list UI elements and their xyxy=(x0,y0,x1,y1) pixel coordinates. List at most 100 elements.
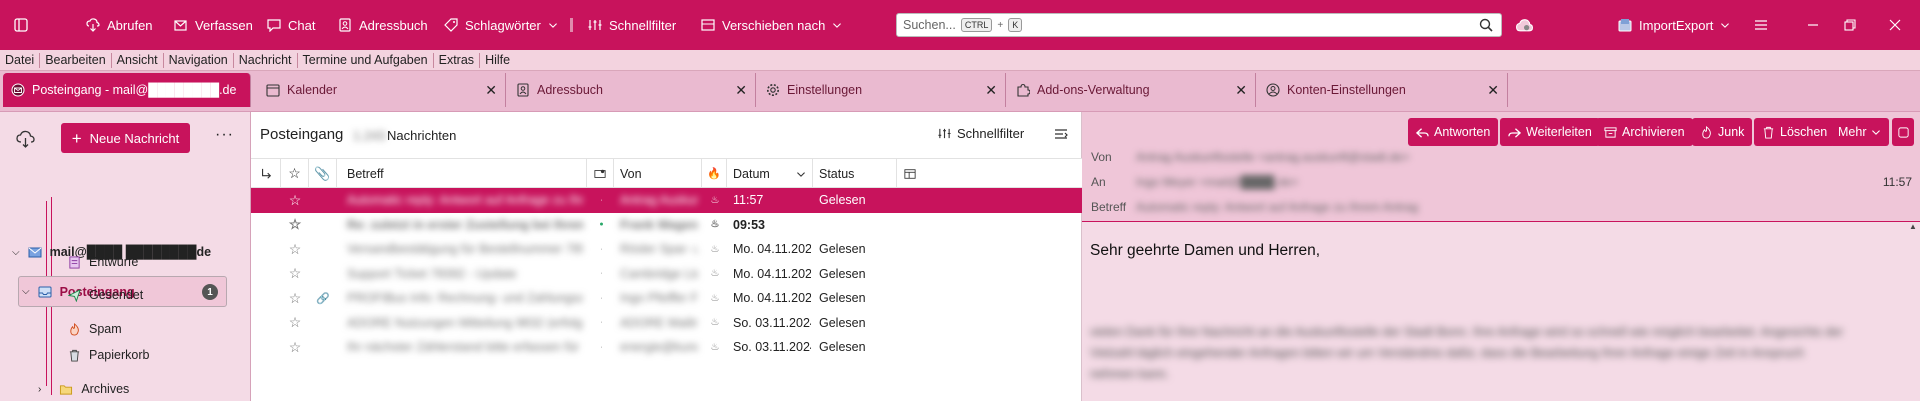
menu-bearbeiten[interactable]: Bearbeiten xyxy=(40,52,112,68)
menu-hilfe[interactable]: Hilfe xyxy=(480,53,515,68)
junk-status-icon[interactable]: ♨ xyxy=(707,311,723,335)
junk-column[interactable]: 🔥 xyxy=(702,159,727,188)
thread-column[interactable] xyxy=(251,159,281,188)
minimize-button[interactable] xyxy=(1806,0,1820,50)
junk-status-icon[interactable]: ♨ xyxy=(707,237,723,261)
to-value[interactable]: Ingo Meyer <mail@████.de> xyxy=(1136,175,1298,189)
menu-navigation[interactable]: Navigation xyxy=(164,52,234,68)
get-messages-button[interactable]: Abrufen xyxy=(86,0,153,50)
star-icon[interactable]: ☆ xyxy=(281,335,309,359)
attachment-column[interactable]: 📎 xyxy=(309,159,337,188)
message-menu-button[interactable] xyxy=(1892,118,1914,146)
attachment-icon xyxy=(309,213,337,237)
folder-archives[interactable]: › Archives xyxy=(38,374,129,401)
message-row[interactable]: ☆ Re: zuletzt in erster Zustellung bei Ih… xyxy=(251,213,1082,238)
menu-datei[interactable]: Datei xyxy=(0,52,41,68)
get-messages-icon[interactable] xyxy=(16,130,36,148)
quick-filter-button[interactable]: Schnellfilter xyxy=(588,0,676,50)
menu-extras[interactable]: Extras xyxy=(434,52,481,68)
star-icon[interactable]: ☆ xyxy=(281,213,309,237)
list-quick-filter-button[interactable]: Schnellfilter xyxy=(938,126,1024,141)
tags-label: Schlagwörter xyxy=(465,17,541,33)
compose-button[interactable]: Verfassen xyxy=(174,0,253,50)
search-icon[interactable] xyxy=(1479,18,1493,32)
read-dot-icon[interactable]: · xyxy=(594,335,609,359)
tab-inbox[interactable]: Posteingang - mail@████████.de xyxy=(3,73,251,107)
archive-button[interactable]: Archivieren xyxy=(1596,118,1693,146)
reading-scrollbar[interactable]: ▲ xyxy=(1906,222,1920,401)
star-icon[interactable]: ☆ xyxy=(281,311,309,335)
tab-addons[interactable]: Add-ons-Verwaltung ✕ xyxy=(1008,73,1256,107)
close-icon[interactable]: ✕ xyxy=(735,82,747,99)
more-options-icon[interactable]: ··· xyxy=(215,126,234,144)
status-column[interactable]: Status xyxy=(813,159,897,188)
star-icon[interactable]: ☆ xyxy=(281,262,309,286)
message-row[interactable]: ☆ 🔗 PROFIBus Info: Rechnung- und Zahlungsa… xyxy=(251,286,1082,311)
read-dot-icon[interactable]: · xyxy=(594,188,609,212)
new-message-button[interactable]: + Neue Nachricht xyxy=(61,123,190,153)
folder-trash[interactable]: Papierkorb xyxy=(68,340,149,370)
forward-button[interactable]: Weiterleiten xyxy=(1500,118,1600,146)
more-button[interactable]: Mehr xyxy=(1830,118,1890,146)
close-icon xyxy=(1889,19,1901,31)
restore-button[interactable] xyxy=(1843,0,1857,50)
star-icon[interactable]: ☆ xyxy=(281,188,309,212)
junk-status-icon[interactable]: ♨ xyxy=(707,286,723,310)
junk-button[interactable]: Junk xyxy=(1692,118,1753,146)
junk-status-icon[interactable]: ♨ xyxy=(707,188,723,212)
junk-status-icon[interactable]: ♨ xyxy=(707,213,723,237)
message-row[interactable]: ☆ Ihr nächster Zählerstand bitte erfassen… xyxy=(251,335,1082,360)
close-icon[interactable]: ✕ xyxy=(1487,82,1499,99)
menu-nachricht[interactable]: Nachricht xyxy=(234,52,298,68)
move-to-button[interactable]: Verschieben nach xyxy=(701,0,842,50)
read-column[interactable] xyxy=(587,159,614,188)
date-column[interactable]: Datum xyxy=(727,159,813,188)
tab-account-settings[interactable]: Konten-Einstellungen ✕ xyxy=(1258,73,1508,107)
read-dot-icon[interactable]: · xyxy=(594,262,609,286)
app-menu-button[interactable] xyxy=(1754,0,1768,50)
folder-sent[interactable]: Gesendet xyxy=(68,280,143,310)
junk-status-icon[interactable]: ♨ xyxy=(707,262,723,286)
message-row[interactable]: ☆ Versandbestätigung für Bestellnummer 78… xyxy=(251,237,1082,262)
tab-settings[interactable]: Einstellungen ✕ xyxy=(758,73,1006,107)
tab-calendar[interactable]: Kalender ✕ xyxy=(258,73,506,107)
message-row[interactable]: ☆ Support Ticket 78392 - Update · Cambridge… xyxy=(251,262,1082,287)
message-row[interactable]: ☆ Automatic reply: Antwort auf Anfrage zu… xyxy=(251,188,1082,213)
gear-icon xyxy=(767,84,779,96)
tags-button[interactable]: Schlagwörter xyxy=(444,0,558,50)
message-row[interactable]: ☆ ADORE Nutzungen Mitteilung 9832 (erfolg… xyxy=(251,311,1082,336)
delete-button[interactable]: Löschen xyxy=(1754,118,1836,146)
chat-button[interactable]: Chat xyxy=(267,0,315,50)
star-icon[interactable]: ☆ xyxy=(281,286,309,310)
scroll-up-icon[interactable]: ▲ xyxy=(1909,222,1917,231)
junk-status-icon[interactable]: ♨ xyxy=(707,335,723,359)
message-sender: Ingo Pfeiffer Finanz xyxy=(620,291,698,305)
read-dot-icon[interactable]: · xyxy=(594,311,609,335)
close-icon[interactable]: ✕ xyxy=(1235,82,1247,99)
star-column[interactable]: ☆ xyxy=(281,159,309,188)
reply-button[interactable]: Antworten xyxy=(1408,118,1499,146)
tab-address-book[interactable]: Adressbuch ✕ xyxy=(508,73,756,107)
from-value[interactable]: Antrag Auskunftsstelle <antrag.auskunft@… xyxy=(1136,150,1410,164)
subject-column[interactable]: Betreff xyxy=(337,159,587,188)
cloud-status-button[interactable] xyxy=(1516,0,1533,50)
close-icon[interactable]: ✕ xyxy=(985,82,997,99)
search-input[interactable]: Suchen... CTRL + K xyxy=(896,13,1502,37)
address-book-button[interactable]: Adressbuch xyxy=(338,0,428,50)
close-window-button[interactable] xyxy=(1888,0,1902,50)
read-dot-icon[interactable]: · xyxy=(594,286,609,310)
from-column[interactable]: Von xyxy=(614,159,702,188)
spaces-toolbar-button[interactable] xyxy=(14,0,28,50)
list-display-options-icon[interactable] xyxy=(1054,128,1068,142)
star-icon[interactable]: ☆ xyxy=(281,237,309,261)
read-dot-icon[interactable]: · xyxy=(594,237,609,261)
folder-drafts[interactable]: Entwürfe xyxy=(68,247,138,277)
column-picker[interactable] xyxy=(897,159,923,188)
trash-icon xyxy=(69,349,80,362)
import-export-button[interactable]: ImportExport xyxy=(1618,0,1730,50)
menu-ansicht[interactable]: Ansicht xyxy=(112,52,164,68)
menu-termine[interactable]: Termine und Aufgaben xyxy=(298,52,434,68)
chevron-right-icon[interactable]: › xyxy=(38,384,41,395)
close-icon[interactable]: ✕ xyxy=(485,82,497,99)
read-dot-icon[interactable]: ● xyxy=(594,213,609,237)
